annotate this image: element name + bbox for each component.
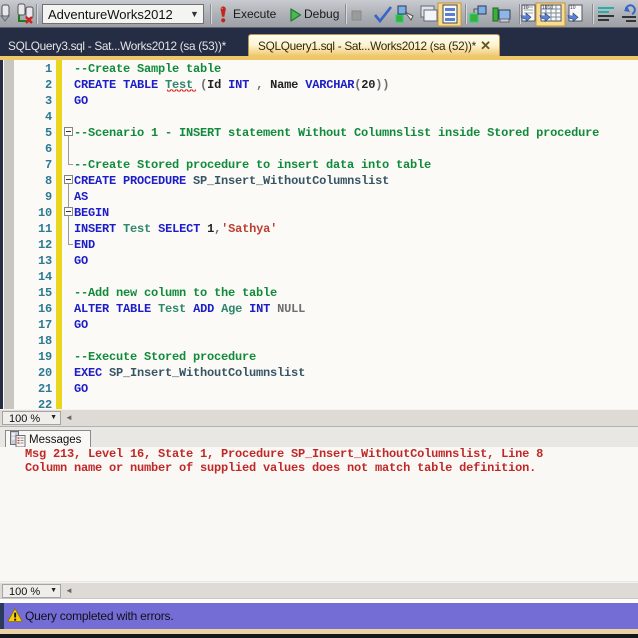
svg-text:1010: 1010 xyxy=(542,5,553,11)
svg-text:10: 10 xyxy=(570,5,576,11)
svg-text:10: 10 xyxy=(523,5,529,11)
